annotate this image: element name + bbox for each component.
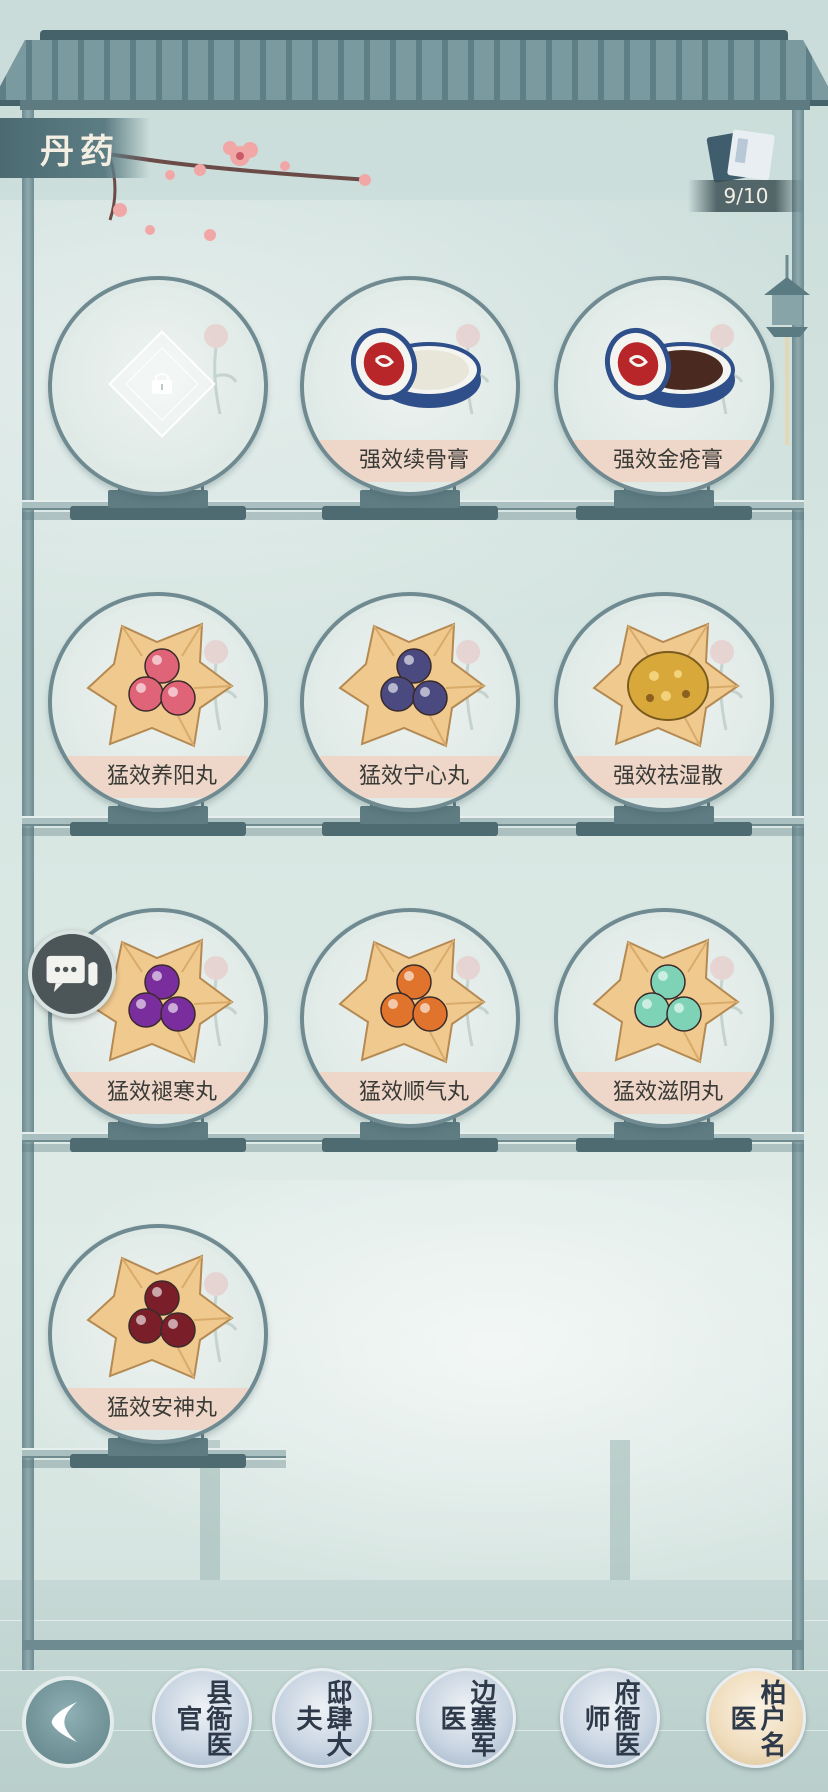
pills-on-paper-icon [86,622,234,748]
display-stand-base [576,1138,752,1152]
powder-on-paper-icon [592,622,740,748]
nav-tab-label: 邸肆大夫 [292,1679,352,1757]
counter-text: 9/10 [688,180,804,212]
display-stand-base [576,506,752,520]
medicine-item[interactable]: 强效祛湿散 [554,592,774,842]
medicine-name: 猛效安神丸 [56,1388,264,1430]
medicine-item[interactable]: 猛效顺气丸 [300,908,520,1158]
display-stand-base [70,506,246,520]
ointment-jar-white-icon [351,327,481,408]
nav-tab-label: 柏户名医 [726,1679,786,1757]
medicine-name: 猛效滋阴丸 [562,1072,770,1114]
medicine-item[interactable]: 猛效宁心丸 [300,592,520,842]
roof-beam [20,100,810,110]
display-disc: 猛效宁心丸 [300,592,520,812]
nav-tab-4[interactable]: 府衙医师 [560,1668,660,1768]
lock-icon [152,373,172,394]
nav-tab-5[interactable]: 柏户名医 [706,1668,806,1768]
pills-on-paper-icon [338,938,486,1064]
chat-bubble-icon [46,955,98,993]
display-stand-base [70,822,246,836]
display-stand-base [70,1454,246,1468]
collection-counter: 9/10 [688,128,804,212]
pills-on-paper-icon [86,1254,234,1380]
nav-tab-label: 边塞军医 [436,1679,496,1757]
back-button[interactable] [22,1676,114,1768]
nav-tab-label: 府衙医师 [580,1679,640,1757]
medicine-item[interactable]: 强效金疮膏 [554,276,774,526]
chat-button[interactable] [28,930,116,1018]
display-stand-base [322,822,498,836]
nav-tab-2[interactable]: 邸肆大夫 [272,1668,372,1768]
medicine-item[interactable]: 强效续骨膏 [300,276,520,526]
display-disc: 猛效安神丸 [48,1224,268,1444]
display-stand-base [576,822,752,836]
medicine-name: 猛效褪寒丸 [56,1072,264,1114]
display-disc: 强效金疮膏 [554,276,774,496]
display-disc: 猛效滋阴丸 [554,908,774,1128]
medicine-name: 强效祛湿散 [562,756,770,798]
medicine-name: 猛效宁心丸 [308,756,516,798]
pills-on-paper-icon [592,938,740,1064]
bottom-beam [22,1640,804,1650]
nav-tab-label: 县衙医官 [172,1679,232,1757]
pills-on-paper-icon [338,622,486,748]
floor-background [0,1580,828,1792]
empty-medicine-slot[interactable] [48,276,268,526]
nav-tab-3[interactable]: 边塞军医 [416,1668,516,1768]
display-stand-base [322,1138,498,1152]
medicine-name: 强效金疮膏 [562,440,770,482]
display-disc: 猛效养阳丸 [48,592,268,812]
display-disc [48,276,268,496]
back-arrow-icon [51,1701,78,1743]
nav-tab-1[interactable]: 县衙医官 [152,1668,252,1768]
display-stand-base [322,506,498,520]
medicine-name: 猛效顺气丸 [308,1072,516,1114]
medicine-item[interactable]: 猛效滋阴丸 [554,908,774,1158]
medicine-item[interactable]: 猛效养阳丸 [48,592,268,842]
display-disc: 猛效顺气丸 [300,908,520,1128]
roof [0,30,828,110]
page-title: 丹药 [0,118,150,178]
left-post [22,110,34,1670]
ointment-jar-dark-icon [605,327,735,408]
book-icon [706,129,775,183]
medicine-name: 猛效养阳丸 [56,756,264,798]
display-stand-base [70,1138,246,1152]
display-disc: 强效续骨膏 [300,276,520,496]
medicine-item[interactable]: 猛效安神丸 [48,1224,268,1474]
display-disc: 强效祛湿散 [554,592,774,812]
medicine-name: 强效续骨膏 [308,440,516,482]
